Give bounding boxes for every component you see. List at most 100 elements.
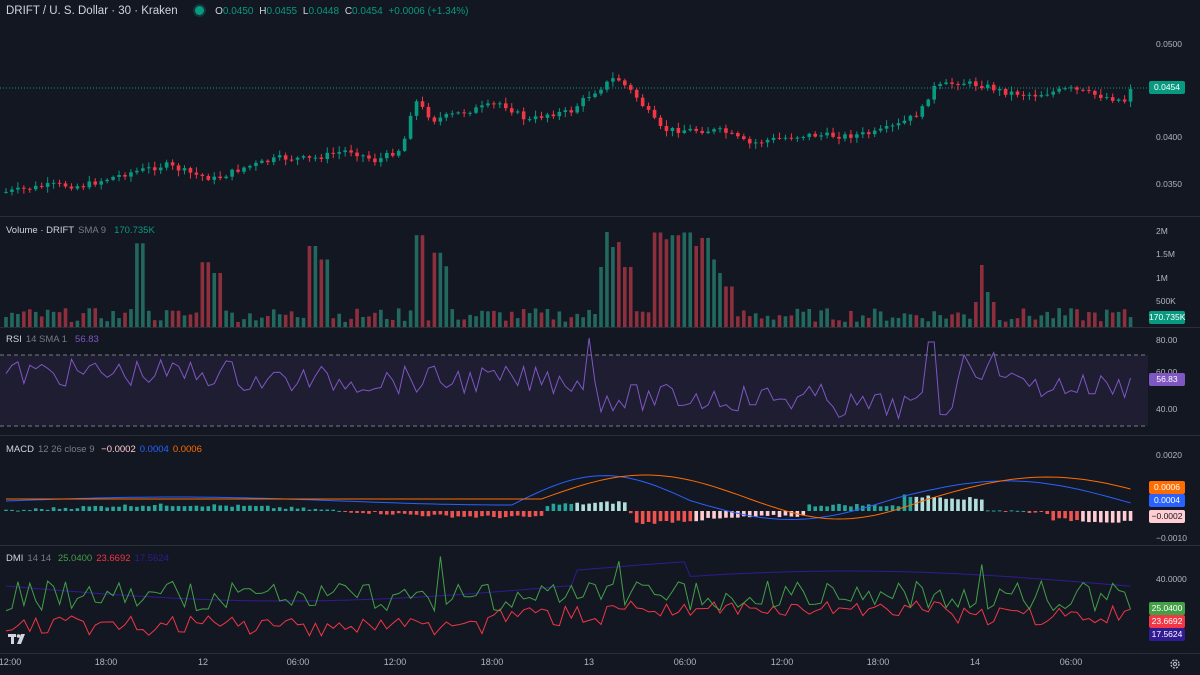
candle-body <box>325 152 330 159</box>
macd-histogram-bar <box>135 506 139 511</box>
dmi-pane[interactable]: DMI 14 14 25.0400 23.6692 17.5624 40.0000 2… <box>0 546 1200 653</box>
rsi-pane[interactable]: RSI 14 SMA 1 56.83 80.00 60.00 40.00 56.83 <box>0 328 1200 435</box>
volume-bar <box>771 319 776 327</box>
macd-histogram-bar <box>849 506 853 511</box>
candle-body <box>747 138 752 144</box>
volume-chart[interactable] <box>0 217 1148 327</box>
time-tick: 18:00 <box>480 657 504 667</box>
volume-bar <box>985 292 990 327</box>
macd-histogram-bar <box>1045 511 1050 515</box>
candle-body <box>712 129 716 132</box>
macd-histogram-bar <box>866 504 871 511</box>
macd-histogram-bar <box>1116 511 1121 523</box>
macd-histogram-bar <box>593 502 597 511</box>
macd-histogram-bar <box>164 505 169 511</box>
macd-histogram-bar <box>605 501 609 511</box>
macd-legend[interactable]: MACD 12 26 close 9 −0.0002 0.0004 0.0006 <box>6 444 206 455</box>
volume-bar <box>920 318 925 327</box>
candle-body <box>664 125 669 132</box>
macd-histogram-bar <box>771 511 776 515</box>
macd-histogram-bar <box>956 499 960 511</box>
candle-body <box>260 160 264 163</box>
candle-body <box>63 183 68 187</box>
macd-histogram-bar <box>1093 511 1097 522</box>
price-tick: 0.0350 <box>1156 179 1182 189</box>
candle-body <box>1003 88 1008 95</box>
macd-histogram-bar <box>39 509 44 511</box>
macd-histogram-bar <box>266 505 270 511</box>
volume-bar <box>283 314 288 327</box>
price-pane[interactable]: 0.0500 0.0400 0.0350 0.0454 <box>0 0 1200 216</box>
volume-bar <box>962 314 966 327</box>
volume-bar <box>307 246 312 327</box>
macd-histogram-bar <box>545 506 550 511</box>
candle-body <box>771 137 776 140</box>
volume-bar <box>1128 317 1133 327</box>
volume-bar <box>123 312 127 327</box>
macd-histogram-bar <box>373 511 377 512</box>
volume-bar <box>456 319 460 327</box>
macd-histogram-bar <box>1021 510 1026 512</box>
candle-body <box>218 176 222 179</box>
candle-body <box>1015 91 1020 95</box>
macd-pane[interactable]: MACD 12 26 close 9 −0.0002 0.0004 0.0006 0.… <box>0 436 1200 545</box>
candle-body <box>533 116 538 120</box>
macd-histogram-bar <box>57 508 62 511</box>
candle-body <box>527 119 532 121</box>
macd-histogram-bar <box>724 511 728 518</box>
macd-histogram-bar <box>634 511 639 523</box>
candle-body <box>99 181 103 185</box>
candle-body <box>765 139 770 143</box>
candle-body <box>158 167 163 171</box>
macd-histogram-bar <box>712 511 716 519</box>
macd-histogram-bar <box>706 511 710 518</box>
volume-bar <box>170 310 175 327</box>
candle-body <box>575 106 579 113</box>
volume-bar <box>581 317 585 327</box>
rsi-chart[interactable] <box>0 328 1148 435</box>
volume-bar <box>337 313 341 327</box>
price-axis[interactable]: 0.0500 0.0400 0.0350 <box>1148 0 1200 216</box>
candle-body <box>557 111 562 117</box>
candle-body <box>730 132 734 134</box>
macd-histogram-bar <box>575 502 579 511</box>
time-tick: 12:00 <box>0 657 22 667</box>
candle-body <box>1128 89 1133 102</box>
candle-body <box>242 167 246 172</box>
volume-bar <box>1039 315 1044 327</box>
candle-body <box>1009 91 1014 95</box>
macd-histogram-bar <box>379 511 383 515</box>
macd-histogram-bar <box>194 505 199 511</box>
volume-bar <box>498 312 502 327</box>
candle-body <box>22 187 26 189</box>
macd-histogram-bar <box>498 511 502 519</box>
candle-body <box>176 165 181 171</box>
candle-body <box>985 84 990 89</box>
macd-histogram-bar <box>188 505 193 511</box>
candle-body <box>753 142 758 144</box>
candle-body <box>307 156 312 158</box>
dmi-legend[interactable]: DMI 14 14 25.0400 23.6692 17.5624 <box>6 553 173 564</box>
macd-histogram-bar <box>337 510 341 512</box>
volume-bar <box>718 273 722 327</box>
candle-body <box>4 191 8 193</box>
volume-bar <box>486 311 490 327</box>
candle-body <box>1087 90 1091 92</box>
time-tick: 12:00 <box>770 657 794 667</box>
candlestick-chart[interactable] <box>0 0 1148 216</box>
volume-bar <box>218 273 222 327</box>
volume-legend[interactable]: Volume · DRIFT SMA 9 170.735K <box>6 225 159 236</box>
candle-body <box>563 110 568 112</box>
macd-histogram-bar <box>313 508 318 511</box>
candle-body <box>742 136 746 139</box>
volume-pane[interactable]: Volume · DRIFT SMA 9 170.735K 2M 1.5M 1M 5… <box>0 217 1200 327</box>
rsi-legend[interactable]: RSI 14 SMA 1 56.83 <box>6 334 103 345</box>
gear-icon[interactable] <box>1168 657 1182 671</box>
tradingview-logo-icon[interactable] <box>8 632 28 646</box>
candle-body <box>676 128 681 133</box>
volume-bar <box>379 309 383 327</box>
candle-body <box>385 152 389 159</box>
macd-histogram-bar <box>908 496 913 511</box>
time-axis[interactable]: 12:00 18:00 12 06:00 12:00 18:00 13 06:0… <box>0 654 1200 675</box>
candle-body <box>831 132 835 137</box>
